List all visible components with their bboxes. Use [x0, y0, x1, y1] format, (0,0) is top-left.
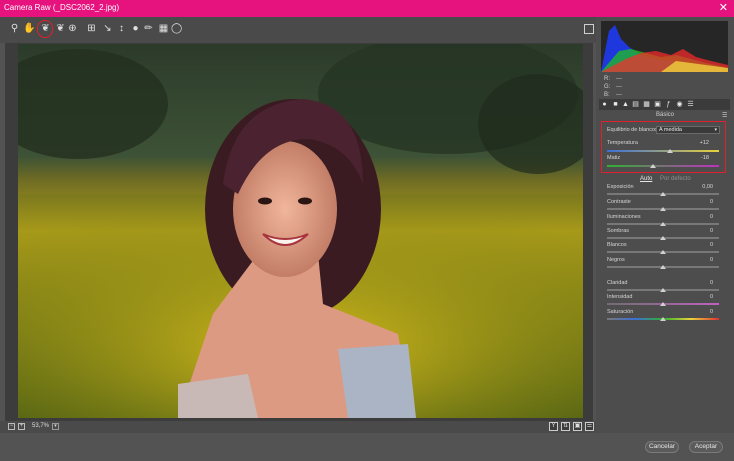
- histogram-g-label: G:: [604, 84, 611, 90]
- exposicion-value: 0,00: [702, 184, 713, 190]
- temperature-thumb[interactable]: [666, 149, 673, 153]
- contraste-thumb[interactable]: [660, 207, 666, 211]
- saturacion-thumb[interactable]: [660, 317, 666, 321]
- claridad-thumb[interactable]: [660, 288, 666, 292]
- chevron-down-icon: ▾: [714, 127, 717, 133]
- open-preferences-icon[interactable]: [584, 24, 594, 34]
- tab-basic-icon[interactable]: ●: [601, 101, 608, 108]
- graduated-filter-icon[interactable]: ▦: [158, 23, 169, 35]
- intensidad-label: Intensidad: [607, 294, 633, 300]
- sombras-thumb[interactable]: [660, 236, 666, 240]
- iluminaciones-value: 0: [709, 214, 713, 220]
- view-y-button[interactable]: Y: [549, 422, 558, 431]
- swap-view-button[interactable]: ⇅: [561, 422, 570, 431]
- temperature-slider[interactable]: [607, 150, 719, 152]
- white-balance-label: Equilibrio de blancos:: [607, 127, 660, 133]
- zoom-level: 53,7%: [32, 423, 50, 429]
- tint-thumb[interactable]: [649, 164, 656, 168]
- tab-fx-icon[interactable]: ƒ: [665, 101, 672, 108]
- sombras-value: 0: [709, 228, 713, 234]
- saturacion-value: 0: [709, 309, 713, 315]
- spot-removal-tool-icon[interactable]: ↕: [116, 23, 127, 35]
- close-icon[interactable]: ✕: [719, 1, 728, 15]
- title-bar: Camera Raw (_DSC2062_2.jpg) ✕: [0, 0, 734, 17]
- intensidad-value: 0: [709, 294, 713, 300]
- tab-hsl-icon[interactable]: ▤: [632, 101, 639, 108]
- tab-detail-icon[interactable]: ▲: [622, 101, 629, 108]
- section-menu-icon[interactable]: ☰: [722, 112, 727, 119]
- zoom-tool-icon[interactable]: ⚲: [9, 23, 20, 35]
- tab-lens-icon[interactable]: ▣: [654, 101, 661, 108]
- tab-split-toning-icon[interactable]: ▦: [643, 101, 650, 108]
- contraste-value: 0: [709, 199, 713, 205]
- white-balance-value: A medida: [659, 127, 682, 133]
- tint-value: -18: [701, 155, 709, 161]
- cancel-button[interactable]: Cancelar: [645, 441, 679, 453]
- red-eye-tool-icon[interactable]: ●: [130, 23, 141, 35]
- accept-button[interactable]: Aceptar: [689, 441, 723, 453]
- negros-thumb[interactable]: [660, 265, 666, 269]
- adjustment-brush-icon[interactable]: ✏: [143, 23, 154, 35]
- tint-slider[interactable]: [607, 165, 719, 167]
- view-settings-button[interactable]: ☰: [585, 422, 594, 431]
- iluminaciones-label: Iluminaciones: [607, 214, 641, 220]
- zoom-dropdown[interactable]: ▾: [52, 423, 59, 430]
- histogram-r-value: ---: [616, 76, 622, 82]
- histogram-b-value: ---: [616, 92, 622, 98]
- window-title: Camera Raw (_DSC2062_2.jpg): [4, 3, 120, 12]
- targeted-adjustment-tool-icon[interactable]: ⊕: [67, 23, 78, 35]
- intensidad-thumb[interactable]: [660, 302, 666, 306]
- tab-tone-curve-icon[interactable]: ■: [612, 101, 619, 108]
- blancos-label: Blancos: [607, 242, 627, 248]
- active-tool-highlight: [37, 20, 53, 38]
- saturacion-label: Saturación: [607, 309, 634, 315]
- histogram-r-label: R:: [604, 76, 610, 82]
- histogram-g-value: ---: [616, 84, 622, 90]
- exposicion-label: Exposición: [607, 184, 634, 190]
- footer: [0, 433, 734, 461]
- iluminaciones-thumb[interactable]: [660, 222, 666, 226]
- tint-label: Matiz: [607, 155, 621, 161]
- negros-value: 0: [709, 257, 713, 263]
- histogram-b-label: B:: [604, 92, 610, 98]
- radial-filter-icon[interactable]: ◯: [171, 23, 182, 35]
- auto-link[interactable]: Auto: [640, 176, 652, 182]
- zoom-in-button[interactable]: +: [18, 423, 25, 430]
- crop-tool-icon[interactable]: ⊞: [86, 23, 97, 35]
- white-balance-select[interactable]: A medida ▾: [656, 126, 720, 134]
- straighten-tool-icon[interactable]: ↘: [102, 23, 113, 35]
- claridad-label: Claridad: [607, 280, 628, 286]
- status-bar: [0, 421, 596, 433]
- copy-view-button[interactable]: ▣: [573, 422, 582, 431]
- section-title: Básico: [655, 112, 674, 118]
- sombras-label: Sombras: [607, 228, 630, 234]
- temperature-value: +12: [699, 140, 709, 146]
- hand-tool-icon[interactable]: ✋: [23, 23, 35, 35]
- blancos-value: 0: [709, 242, 713, 248]
- tab-camera-calibration-icon[interactable]: ◉: [676, 101, 683, 108]
- negros-label: Negros: [607, 257, 625, 263]
- contraste-label: Contraste: [607, 199, 631, 205]
- preview-image[interactable]: [18, 44, 583, 418]
- color-sampler-tool-icon[interactable]: ❦: [55, 23, 66, 35]
- tab-presets-icon[interactable]: ☰: [687, 101, 694, 108]
- default-link[interactable]: Por defecto: [660, 176, 691, 182]
- claridad-value: 0: [709, 280, 713, 286]
- temperature-label: Temperatura: [607, 140, 638, 146]
- blancos-thumb[interactable]: [660, 250, 666, 254]
- zoom-out-button[interactable]: −: [8, 423, 15, 430]
- histogram: [601, 21, 728, 72]
- exposicion-thumb[interactable]: [660, 192, 666, 196]
